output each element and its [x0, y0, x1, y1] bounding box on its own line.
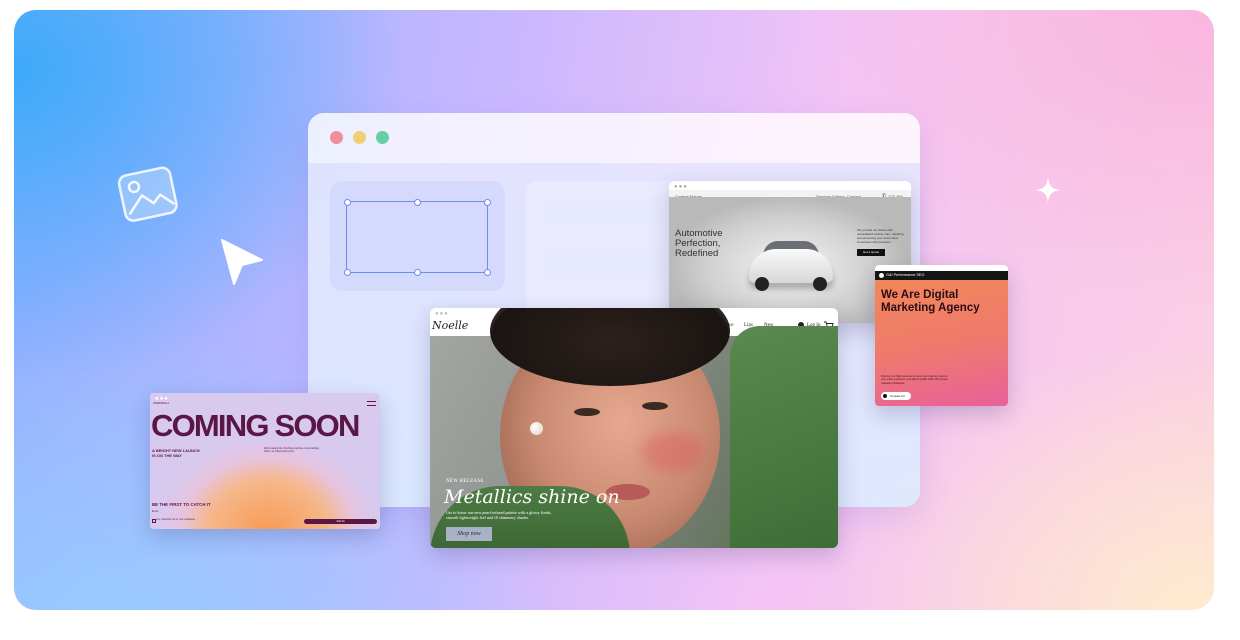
agency-contact-button[interactable]: Contact Us — [881, 392, 911, 400]
car-wheel — [813, 277, 827, 291]
coming-soon-subhead: A BRIGHT NEW LAUNCH IS ON THE WAY — [152, 448, 200, 458]
model-blush — [642, 432, 704, 472]
pearl-earring — [530, 422, 543, 435]
minimize-dot[interactable] — [353, 131, 366, 144]
email-field[interactable]: Email — [152, 510, 158, 513]
agency-contact-label: Contact Us — [890, 394, 905, 398]
resize-handle[interactable] — [344, 199, 351, 206]
sparkle-icon — [1035, 177, 1061, 203]
maximize-dot[interactable] — [376, 131, 389, 144]
close-dot[interactable] — [330, 131, 343, 144]
model-sleeve — [730, 326, 838, 548]
hero-background: ●●● Coastal Motors Services Gallery Cont… — [14, 10, 1214, 610]
browser-title-bar — [308, 113, 920, 163]
signup-title: BE THE FIRST TO CATCH IT — [152, 502, 211, 507]
contact-dot-icon — [883, 394, 887, 398]
coming-soon-note: We're taking the finishing touches on so… — [264, 447, 319, 454]
agency-site-preview[interactable]: G&I Performance SEO We Are Digital Marke… — [875, 265, 1008, 406]
car-blurb: We provide our clients with unparalleled… — [857, 228, 904, 244]
model-eye — [642, 402, 668, 410]
hero-headline: Metallics shine on — [444, 486, 620, 508]
menu-icon[interactable] — [367, 401, 376, 406]
submit-button[interactable]: Submit — [304, 519, 377, 524]
resize-handle[interactable] — [484, 269, 491, 276]
agency-headline: We Are Digital Marketing Agency — [881, 289, 980, 314]
hero-blurb: Get to know our new pearl-infused palett… — [446, 510, 552, 520]
model-eye — [574, 408, 600, 416]
agency-logo-icon — [879, 273, 884, 278]
beauty-site-preview[interactable]: ●●● Noelle Home Shop All Best Sellers Ey… — [430, 308, 838, 548]
ghost-block — [542, 249, 662, 279]
shop-now-button[interactable]: Shop now — [446, 527, 492, 541]
beauty-logo[interactable]: Noelle — [432, 319, 468, 332]
newsletter-checkbox-label: Yes, subscribe me to your newsletter. — [156, 518, 196, 521]
release-eyebrow: NEW RELEASE — [446, 479, 484, 484]
resize-handle[interactable] — [344, 269, 351, 276]
agency-blurb: Discover our SEO services to boost your … — [881, 375, 948, 385]
image-icon — [117, 166, 178, 222]
coming-soon-headline: COMING SOON — [151, 408, 360, 443]
resize-handle[interactable] — [484, 199, 491, 206]
selection-box[interactable] — [344, 199, 491, 276]
car-wheel — [755, 277, 769, 291]
cursor-arrow-icon — [221, 239, 263, 285]
agency-brand: G&I Performance SEO — [886, 273, 925, 277]
get-quote-button[interactable]: Get a Quote — [857, 249, 885, 256]
resize-handle[interactable] — [414, 199, 421, 206]
coming-soon-brand: WEBSMALL — [153, 401, 170, 405]
ghost-block — [542, 197, 662, 227]
agency-header: G&I Performance SEO — [875, 271, 1008, 280]
resize-handle[interactable] — [414, 269, 421, 276]
coming-soon-preview[interactable]: ●●● WEBSMALL COMING SOON A BRIGHT NEW LA… — [150, 393, 380, 529]
car-headline: Automotive Perfection, Redefined — [675, 228, 723, 259]
